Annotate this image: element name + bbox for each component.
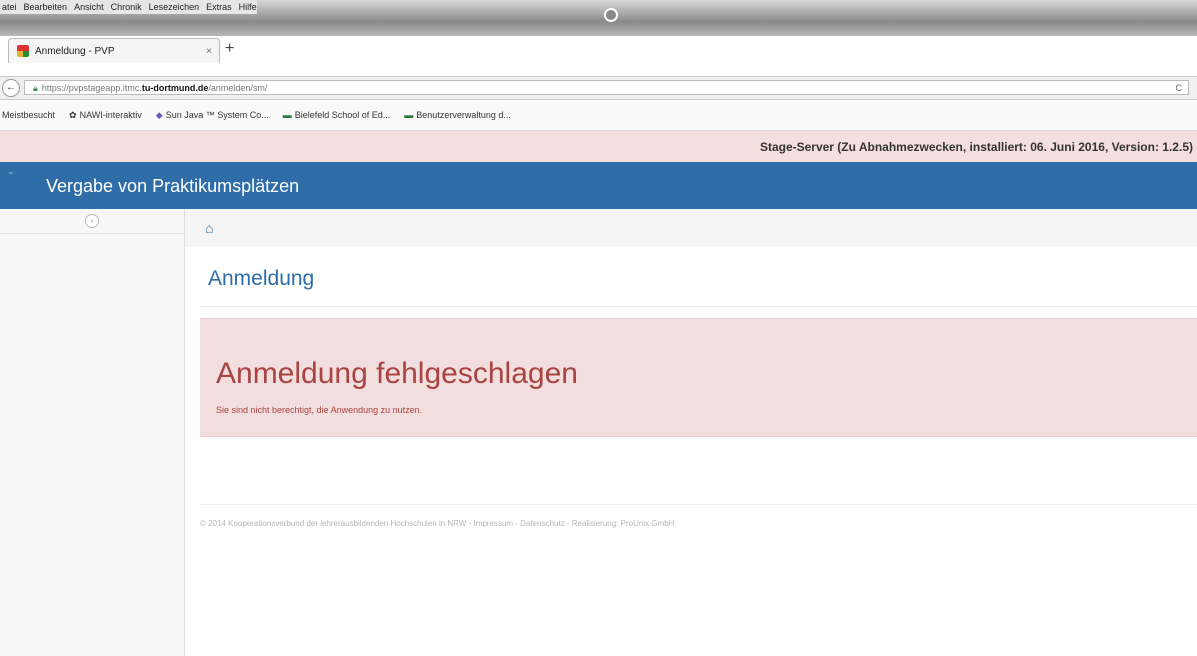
menu-view[interactable]: Ansicht: [74, 0, 104, 14]
bookmark-icon: ▬: [282, 110, 292, 120]
bookmark-label: Bielefeld School of Ed...: [294, 110, 391, 120]
bookmark-item[interactable]: ▬ Benutzerverwaltung d...: [404, 110, 511, 120]
menu-file[interactable]: atei: [2, 0, 17, 14]
new-tab-button[interactable]: +: [225, 40, 234, 58]
app-title[interactable]: Vergabe von Praktikumsplätzen: [46, 176, 299, 197]
sidebar: ‹: [0, 209, 185, 656]
bookmark-icon: ◆: [155, 109, 163, 120]
bookmark-label: Meistbesucht: [2, 110, 56, 120]
stage-server-banner: Stage-Server (Zu Abnahmezwecken, install…: [0, 131, 1197, 162]
reload-icon[interactable]: C: [1176, 81, 1183, 96]
bookmark-item[interactable]: ▬ Bielefeld School of Ed...: [283, 110, 391, 120]
footer-text: © 2014 Kooperationsverbund der lehreraus…: [200, 519, 675, 528]
bookmark-icon: ▬: [404, 110, 414, 120]
back-icon[interactable]: ←: [2, 79, 20, 97]
app-header: ⁼ Vergabe von Praktikumsplätzen: [0, 162, 1197, 209]
collapse-icon[interactable]: ‹: [85, 214, 99, 228]
bookmark-item[interactable]: Meistbesucht: [2, 110, 55, 120]
menu-icon[interactable]: ⁼: [8, 170, 13, 181]
error-alert: Anmeldung fehlgeschlagen Sie sind nicht …: [200, 318, 1197, 437]
favicon-icon: [17, 45, 29, 57]
tab-close-icon[interactable]: ×: [199, 46, 219, 57]
tab-title: Anmeldung - PVP: [35, 45, 115, 57]
url-input[interactable]: 🔒︎ https://pvpstageapp.itmc.tu-dortmund.d…: [24, 80, 1189, 95]
menu-edit[interactable]: Bearbeiten: [24, 0, 68, 14]
bookmark-label: Benutzerverwaltung d...: [416, 110, 511, 120]
navigation-bar: ← 🔒︎ https://pvpstageapp.itmc.tu-dortmund…: [0, 76, 1197, 100]
bookmark-label: NAWI-interaktiv: [79, 109, 142, 120]
browser-menubar: atei Bearbeiten Ansicht Chronik Lesezeic…: [0, 0, 257, 14]
bookmark-icon: ✿: [69, 109, 77, 120]
url-path: /anmelden/sm/: [208, 83, 268, 93]
menu-bookmarks[interactable]: Lesezeichen: [149, 0, 200, 14]
alert-heading: Anmeldung fehlgeschlagen: [216, 357, 578, 390]
browser-chrome: atei Bearbeiten Ansicht Chronik Lesezeic…: [0, 0, 1197, 36]
home-icon[interactable]: ⌂: [205, 220, 213, 236]
cursor-indicator: [604, 8, 618, 22]
divider: [200, 504, 1197, 505]
sidebar-toggle[interactable]: ‹: [0, 209, 184, 234]
bookmark-label: Sun Java ™ System Co...: [165, 109, 269, 120]
url-domain: tu-dortmund.de: [141, 83, 209, 93]
browser-tab[interactable]: Anmeldung - PVP ×: [8, 38, 220, 63]
bookmark-item[interactable]: ◆ Sun Java ™ System Co...: [156, 110, 269, 121]
menu-tools[interactable]: Extras: [206, 0, 232, 14]
url-prefix: https://pvpstageapp.itmc.: [41, 83, 142, 93]
divider: [200, 306, 1197, 307]
stage-server-text: Stage-Server (Zu Abnahmezwecken, install…: [759, 140, 1193, 154]
page-title: Anmeldung: [208, 267, 315, 290]
bookmark-item[interactable]: ✿ NAWI-interaktiv: [69, 110, 142, 121]
breadcrumb: ⌂: [185, 209, 1197, 247]
menu-history[interactable]: Chronik: [111, 0, 142, 14]
lock-icon: 🔒︎: [33, 83, 38, 93]
bookmarks-bar: Meistbesucht ✿ NAWI-interaktiv ◆ Sun Java …: [0, 100, 1197, 131]
alert-message: Sie sind nicht berechtigt, die Anwendung…: [216, 405, 423, 415]
menu-help[interactable]: Hilfe: [239, 0, 257, 14]
